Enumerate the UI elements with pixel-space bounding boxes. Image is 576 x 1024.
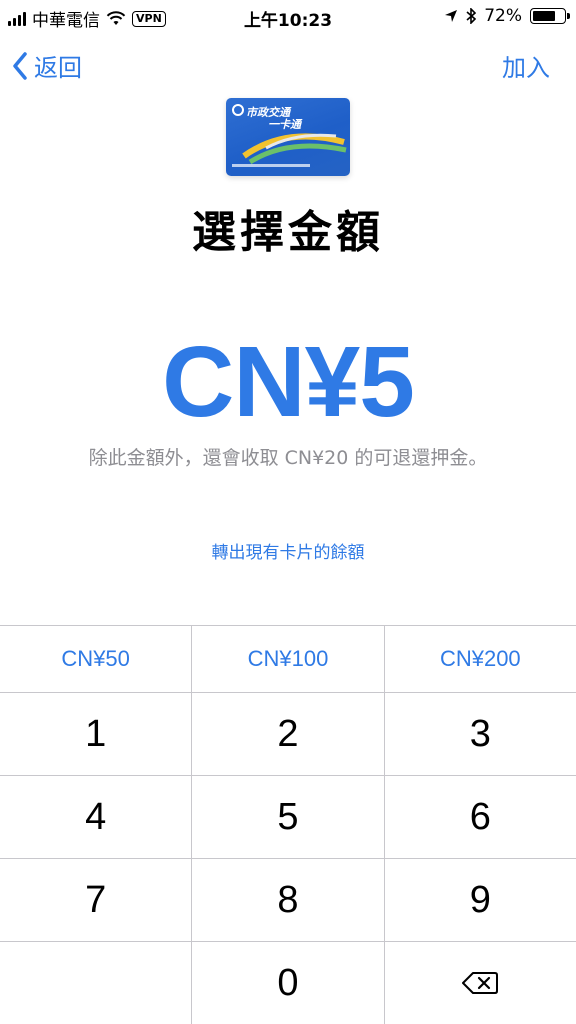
- battery-icon: [530, 8, 570, 24]
- keypad-row-1: 1 2 3: [0, 693, 576, 776]
- amount-keypad: CN¥50 CN¥100 CN¥200 1 2 3 4 5 6 7 8 9 0: [0, 625, 576, 1024]
- back-label: 返回: [34, 54, 82, 82]
- key-6[interactable]: 6: [385, 776, 576, 858]
- backspace-icon: [462, 972, 499, 994]
- delete-button[interactable]: [385, 942, 576, 1024]
- preset-100-button[interactable]: CN¥100: [192, 626, 385, 692]
- preset-row: CN¥50 CN¥100 CN¥200: [0, 626, 576, 693]
- amount-display: CN¥5: [162, 326, 415, 438]
- preset-50-button[interactable]: CN¥50: [0, 626, 193, 692]
- preset-200-button[interactable]: CN¥200: [385, 626, 576, 692]
- key-0[interactable]: 0: [192, 942, 385, 1024]
- key-blank: [0, 942, 193, 1024]
- transfer-balance-link[interactable]: 轉出現有卡片的餘額: [0, 538, 576, 563]
- key-3[interactable]: 3: [385, 693, 576, 775]
- key-7[interactable]: 7: [0, 859, 193, 941]
- card-logo-line2: 一卡通: [268, 118, 301, 131]
- keypad-row-4: 0: [0, 942, 576, 1024]
- key-9[interactable]: 9: [385, 859, 576, 941]
- key-1[interactable]: 1: [0, 693, 193, 775]
- page-title: 選擇金額: [192, 207, 384, 258]
- battery-percent: 72%: [484, 6, 522, 26]
- keypad-row-2: 4 5 6: [0, 776, 576, 859]
- battery-fill: [533, 11, 555, 21]
- key-5[interactable]: 5: [192, 776, 385, 858]
- key-8[interactable]: 8: [192, 859, 385, 941]
- chevron-left-icon: [13, 51, 27, 80]
- deposit-note: 除此金額外，還會收取 CN¥20 的可退還押金。: [88, 447, 488, 469]
- status-right: 72%: [444, 6, 570, 26]
- add-button[interactable]: 加入: [502, 48, 550, 83]
- key-2[interactable]: 2: [192, 693, 385, 775]
- key-4[interactable]: 4: [0, 776, 193, 858]
- location-arrow-icon: [445, 10, 458, 22]
- transit-card-image: 市政交通 一卡通: [226, 98, 350, 176]
- back-button[interactable]: 返回: [12, 48, 82, 83]
- status-bar: 中華電信 VPN 上午10:23 72%: [0, 0, 576, 34]
- bluetooth-icon: [466, 8, 477, 24]
- keypad-row-3: 7 8 9: [0, 859, 576, 942]
